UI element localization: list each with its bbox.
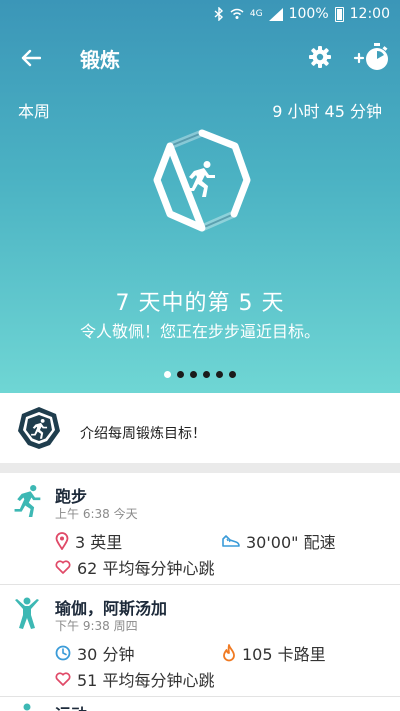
signal-icon bbox=[268, 7, 283, 21]
intro-text: 介绍每周锻炼目标！ bbox=[80, 426, 206, 442]
wifi-icon bbox=[230, 8, 244, 20]
location-pin-icon bbox=[55, 532, 69, 550]
stat-value: 51 平均每分钟心跳 bbox=[77, 671, 215, 690]
running-icon bbox=[12, 485, 42, 517]
stat-value: 105 卡路里 bbox=[242, 645, 326, 664]
goal-progress-text: 7 天中的第 5 天 bbox=[115, 291, 285, 316]
week-summary-row: 本周 9 小时 45 分钟 bbox=[18, 98, 382, 122]
status-time: 12:00 bbox=[349, 6, 390, 22]
exercise-name: 瑜伽，阿斯汤加 bbox=[55, 599, 168, 618]
stat-heart-rate: 51 平均每分钟心跳 bbox=[55, 667, 214, 691]
add-exercise-timer-button[interactable] bbox=[352, 40, 392, 74]
exercise-card-yoga[interactable]: 瑜伽，阿斯汤加 下午 9:38 周四 30 分钟 105 卡路里 51 平均每分… bbox=[0, 585, 400, 697]
exercise-name: 运动 bbox=[55, 701, 87, 711]
page-dot[interactable] bbox=[177, 371, 184, 378]
stat-duration: 30 分钟 bbox=[55, 641, 134, 665]
section-divider bbox=[0, 463, 400, 473]
exercise-goal-badge-icon bbox=[153, 129, 251, 232]
page-dot[interactable] bbox=[190, 371, 197, 378]
stat-pace: 30'00" 配速 bbox=[222, 529, 336, 553]
page-dot[interactable] bbox=[216, 371, 223, 378]
gear-icon bbox=[309, 46, 331, 68]
weekly-goal-intro-banner[interactable]: 介绍每周锻炼目标！ bbox=[0, 393, 400, 463]
stat-calories: 105 卡路里 bbox=[222, 641, 326, 665]
stat-heart-rate: 62 平均每分钟心跳 bbox=[55, 555, 214, 579]
page-dot[interactable] bbox=[164, 371, 171, 378]
yoga-icon bbox=[12, 597, 42, 629]
stopwatch-plus-icon bbox=[353, 43, 388, 70]
heart-icon bbox=[55, 560, 71, 574]
heart-icon bbox=[55, 672, 71, 686]
settings-button[interactable] bbox=[305, 42, 335, 72]
flame-icon bbox=[223, 644, 235, 662]
exercise-card-running[interactable]: 跑步 上午 6:38 今天 3 英里 30'00" 配速 62 平均每分钟心跳 bbox=[0, 473, 400, 585]
exercise-time: 上午 6:38 今天 bbox=[55, 507, 138, 521]
goal-shield-icon bbox=[16, 405, 62, 451]
hero-section: 4G 100% 12:00 锻炼 本周 9 小时 45 分钟 7 天中的第 5 … bbox=[0, 0, 400, 393]
activity-icon bbox=[12, 703, 42, 711]
stat-value: 3 英里 bbox=[75, 533, 123, 552]
goal-praise-text: 令人敬佩！您正在步步逼近目标。 bbox=[79, 322, 320, 341]
period-label: 本周 bbox=[18, 102, 51, 121]
app-bar: 锻炼 bbox=[0, 36, 400, 80]
network-type-label: 4G bbox=[249, 9, 263, 19]
page-dot[interactable] bbox=[203, 371, 210, 378]
weekly-goal-badge bbox=[152, 128, 252, 232]
clock-icon bbox=[55, 645, 71, 661]
page-dot[interactable] bbox=[229, 371, 236, 378]
battery-percent: 100% bbox=[288, 6, 329, 22]
exercise-card-activity[interactable]: 运动 bbox=[0, 697, 400, 711]
bluetooth-icon bbox=[214, 7, 224, 21]
stat-distance: 3 英里 bbox=[55, 529, 122, 553]
back-arrow-icon bbox=[21, 49, 41, 67]
status-bar: 4G 100% 12:00 bbox=[0, 0, 400, 28]
exercise-time: 下午 9:38 周四 bbox=[55, 619, 138, 633]
shoe-icon bbox=[222, 535, 240, 547]
page-title: 锻炼 bbox=[80, 48, 120, 72]
battery-icon bbox=[334, 6, 344, 22]
page-indicator[interactable] bbox=[0, 371, 400, 378]
stat-value: 30'00" 配速 bbox=[246, 533, 336, 552]
stat-value: 62 平均每分钟心跳 bbox=[77, 559, 215, 578]
stat-value: 30 分钟 bbox=[77, 645, 135, 664]
exercise-name: 跑步 bbox=[55, 487, 88, 506]
back-button[interactable] bbox=[16, 44, 46, 72]
total-duration: 9 小时 45 分钟 bbox=[272, 102, 382, 121]
